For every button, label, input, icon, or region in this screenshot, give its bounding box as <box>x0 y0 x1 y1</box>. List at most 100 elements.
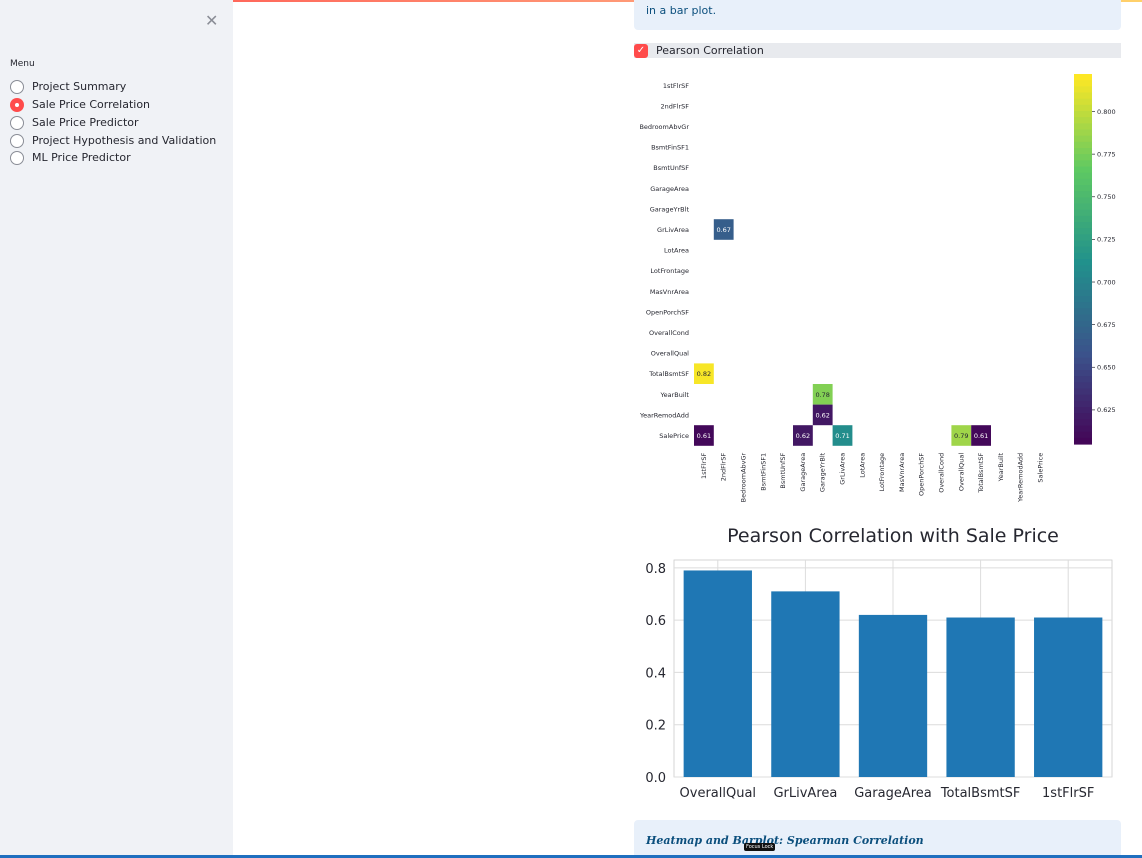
colorbar-segment <box>1074 314 1092 322</box>
heatmap-cell-label: 0.78 <box>815 391 829 399</box>
colorbar-segment <box>1074 296 1092 303</box>
radio-unchecked-icon[interactable] <box>10 79 24 94</box>
heatmap-col-label: 1stFlrSF <box>700 453 708 479</box>
focus-lock-tooltip: Focus Lock <box>744 843 776 851</box>
colorbar-segment <box>1074 252 1092 260</box>
colorbar-segment <box>1074 178 1092 186</box>
bar <box>946 617 1015 777</box>
colorbar-segment <box>1074 197 1092 205</box>
colorbar-segment <box>1074 376 1092 383</box>
colorbar-segment <box>1074 246 1092 254</box>
colorbar-segment <box>1074 209 1092 217</box>
colorbar-segment <box>1074 437 1092 445</box>
heatmap-row-label: BsmtFinSF1 <box>651 144 689 152</box>
colorbar-segment <box>1074 234 1092 242</box>
heatmap-row-label: 2ndFlrSF <box>661 102 690 110</box>
colorbar-segment <box>1074 129 1092 137</box>
colorbar-segment <box>1074 203 1092 211</box>
heatmap-cell-label: 0.67 <box>716 226 730 234</box>
radio-unchecked-icon[interactable] <box>10 150 24 165</box>
heatmap-row-label: LotArea <box>664 247 689 255</box>
pearson-heatmap: 1stFlrSF 1stFlrSF 2ndFlrSF 2ndFlrSF BedroomA… <box>639 74 1116 503</box>
heatmap-row-label: GrLivArea <box>657 226 689 234</box>
radio-unchecked-icon[interactable] <box>10 115 24 130</box>
sidebar: ✕ Menu Project Summary Sale Price Correla… <box>0 0 233 858</box>
y-tick-label: 0.2 <box>645 719 666 734</box>
radio-unchecked-icon[interactable] <box>10 133 24 148</box>
heatmap-col-label: SalePrice <box>1037 453 1045 483</box>
colorbar-segment <box>1074 172 1092 180</box>
colorbar-segment <box>1074 357 1092 365</box>
heatmap-col-label: OverallQual <box>957 453 965 491</box>
bar <box>771 591 840 777</box>
colorbar-segment <box>1074 388 1092 396</box>
x-tick-label: 1stFlrSF <box>1042 786 1094 801</box>
menu-radio-item[interactable]: Sale Price Correlation <box>10 96 150 113</box>
colorbar-segment <box>1074 308 1092 316</box>
heatmap-row-label: GarageArea <box>650 185 689 193</box>
colorbar-segment <box>1074 98 1092 106</box>
close-icon[interactable]: ✕ <box>205 11 218 30</box>
heatmap-col-label: TotalBsmtSF <box>977 453 985 494</box>
heatmap-col-label: LotFrontage <box>878 453 886 492</box>
heatmap-row-label: YearRemodAdd <box>639 411 689 419</box>
info-box-top-text: in a bar plot. <box>646 4 717 17</box>
heatmap-col-label: BsmtFinSF1 <box>759 453 767 491</box>
heatmap-row-label: BedroomAbvGr <box>639 123 689 131</box>
menu-radio-label: ML Price Predictor <box>32 151 131 164</box>
colorbar-segment <box>1074 431 1092 439</box>
heatmap-col-label: GarageYrBlt <box>819 452 827 492</box>
x-tick-label: GrLivArea <box>773 786 837 801</box>
y-tick-label: 0.6 <box>645 614 666 629</box>
colorbar-segment <box>1074 148 1092 155</box>
y-tick-label: 0.8 <box>645 562 666 577</box>
heatmap-cell-label: 0.82 <box>697 370 711 378</box>
pearson-checkbox-label: Pearson Correlation <box>656 44 764 57</box>
heatmap-col-label: YearBuilt <box>997 452 1005 482</box>
colorbar-segment <box>1074 191 1092 198</box>
radio-checked-icon[interactable] <box>10 97 24 112</box>
heatmap-row-label: BsmtUnfSF <box>653 164 689 172</box>
menu-radio-item[interactable]: Project Summary <box>10 78 126 95</box>
colorbar-tick-label: 0.775 <box>1097 150 1116 158</box>
colorbar-segment <box>1074 277 1092 285</box>
colorbar-tick-label: 0.650 <box>1097 364 1116 372</box>
colorbar-tick-label: 0.750 <box>1097 193 1116 201</box>
colorbar-segment <box>1074 111 1092 118</box>
colorbar-segment <box>1074 160 1092 168</box>
heatmap-row-label: MasVnrArea <box>650 288 689 296</box>
colorbar-segment <box>1074 345 1092 353</box>
colorbar-segment <box>1074 425 1092 433</box>
colorbar-segment <box>1074 271 1092 279</box>
menu-radio-item[interactable]: Project Hypothesis and Validation <box>10 132 216 149</box>
colorbar-segment <box>1074 363 1092 371</box>
x-tick-label: TotalBsmtSF <box>940 786 1021 801</box>
pearson-checkbox-row[interactable]: ✓ Pearson Correlation <box>634 43 1121 58</box>
colorbar-segment <box>1074 320 1092 328</box>
menu-radio-item[interactable]: Sale Price Predictor <box>10 114 139 131</box>
heatmap-cell-label: 0.61 <box>697 432 711 440</box>
heatmap-row-label: GarageYrBlt <box>650 205 690 213</box>
colorbar-segment <box>1074 370 1092 377</box>
colorbar-segment <box>1074 259 1092 266</box>
colorbar-segment <box>1074 302 1092 309</box>
heatmap-cell-label: 0.62 <box>815 411 829 419</box>
colorbar-segment <box>1074 154 1092 161</box>
colorbar-tick-label: 0.700 <box>1097 278 1116 286</box>
bar <box>1034 617 1103 777</box>
pearson-checkbox[interactable]: ✓ <box>634 43 648 58</box>
heatmap-cell-label: 0.61 <box>974 432 988 440</box>
menu-radio-item[interactable]: ML Price Predictor <box>10 149 131 166</box>
bar <box>683 570 752 777</box>
heatmap-row-label: OverallCond <box>649 329 689 337</box>
colorbar-segment <box>1074 400 1092 408</box>
colorbar-segment <box>1074 407 1092 414</box>
colorbar-segment <box>1074 135 1092 143</box>
colorbar-tick-label: 0.725 <box>1097 236 1116 244</box>
heatmap-row-label: LotFrontage <box>650 267 689 275</box>
pearson-bar-chart: Pearson Correlation with Sale Price 0.0 0.… <box>645 525 1113 801</box>
colorbar-segment <box>1074 74 1092 81</box>
heatmap-col-label: BsmtUnfSF <box>779 453 787 489</box>
y-tick-label: 0.0 <box>645 771 666 786</box>
colorbar-segment <box>1074 394 1092 402</box>
